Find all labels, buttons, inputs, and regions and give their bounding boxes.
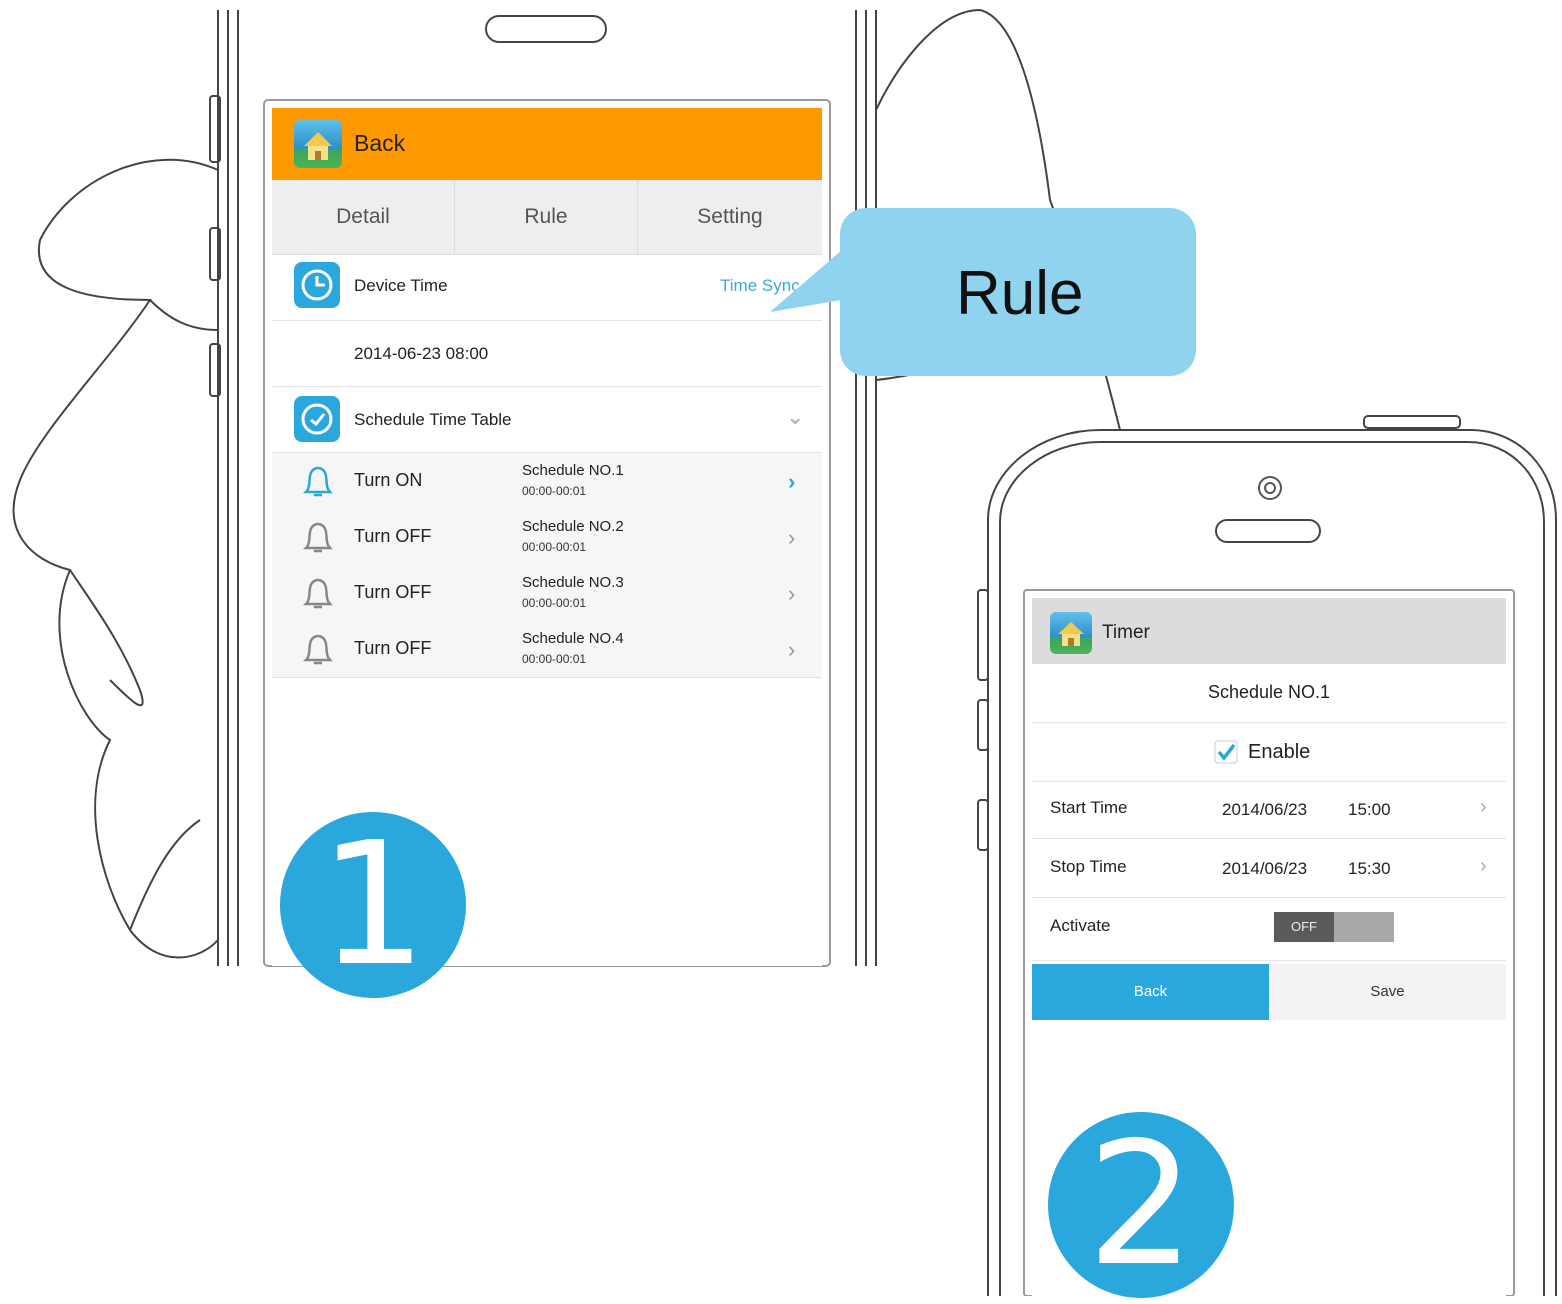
device-time-value: 2014-06-23 08:00 (354, 344, 489, 363)
chevron-right-icon[interactable]: › (788, 525, 795, 551)
bell-icon (302, 578, 334, 609)
schedule-state: Turn OFF (354, 526, 432, 546)
chevron-right-icon[interactable]: › (1480, 855, 1487, 878)
device-time-label: Device Time (354, 276, 448, 295)
start-time-label: Start Time (1050, 798, 1128, 817)
schedule-row[interactable]: Turn OFF Schedule NO.4 00:00-00:01 › (272, 621, 822, 678)
schedule-row[interactable]: Turn OFF Schedule NO.3 00:00-00:01 › (272, 565, 822, 622)
app-icon[interactable] (1050, 612, 1092, 654)
app-icon[interactable] (294, 120, 342, 168)
divider (272, 320, 822, 321)
tab-setting[interactable]: Setting (638, 180, 822, 254)
checkbox-icon[interactable] (1214, 740, 1238, 764)
enable-row: Enable (1032, 723, 1506, 782)
camera-icon (1258, 476, 1282, 500)
bell-icon (302, 466, 334, 497)
bell-icon (302, 634, 334, 665)
schedule-range: 00:00-00:01 (522, 540, 587, 554)
stop-time: 15:30 (1348, 859, 1391, 878)
back-button[interactable]: Back (1032, 964, 1269, 1020)
schedule-range: 00:00-00:01 (522, 596, 587, 610)
callout-label: Rule (956, 259, 1084, 328)
save-button[interactable]: Save (1269, 964, 1506, 1020)
timer-title: Timer (1102, 622, 1150, 643)
back-button[interactable]: Back (354, 130, 405, 157)
stop-time-label: Stop Time (1050, 857, 1127, 876)
tab-detail[interactable]: Detail (272, 180, 454, 254)
tab-bar: Detail Rule Setting (272, 180, 822, 255)
activate-label: Activate (1050, 916, 1111, 935)
schedule-state: Turn ON (354, 470, 423, 490)
start-time: 15:00 (1348, 800, 1391, 819)
step-badge-1: 1 (280, 812, 466, 998)
schedule-name: Schedule NO.1 (1207, 682, 1331, 702)
stop-time-row[interactable]: Stop Time 2014/06/23 15:30 › (1032, 839, 1506, 898)
schedule-name: Schedule NO.2 (522, 518, 624, 535)
schedule-range: 00:00-00:01 (522, 484, 587, 498)
schedule-row[interactable]: Turn ON Schedule NO.1 00:00-00:01 › (272, 453, 822, 510)
schedule-table-label: Schedule Time Table (354, 410, 512, 429)
schedule-clock-icon (294, 396, 340, 442)
clock-icon (294, 262, 340, 308)
schedule-state: Turn OFF (354, 638, 432, 658)
stop-date: 2014/06/23 (1222, 859, 1308, 878)
schedule-row[interactable]: Turn OFF Schedule NO.2 00:00-00:01 › (272, 509, 822, 566)
schedule-name-row: Schedule NO.1 (1032, 664, 1506, 723)
phone2-header: Timer (1032, 598, 1506, 664)
chevron-right-icon[interactable]: › (788, 637, 795, 663)
bell-icon (302, 522, 334, 553)
phone1-header: Back (272, 108, 822, 180)
tab-rule[interactable]: Rule (455, 180, 637, 254)
toggle-state: OFF (1274, 912, 1334, 942)
schedule-name: Schedule NO.4 (522, 630, 624, 647)
chevron-right-icon[interactable]: › (788, 469, 795, 495)
schedule-state: Turn OFF (354, 582, 432, 602)
schedule-name: Schedule NO.3 (522, 574, 624, 591)
start-time-row[interactable]: Start Time 2014/06/23 15:00 › (1032, 782, 1506, 839)
step-badge-2: 2 (1048, 1112, 1234, 1298)
divider (272, 386, 822, 387)
start-date: 2014/06/23 (1222, 800, 1308, 819)
chevron-right-icon[interactable]: › (788, 581, 795, 607)
chevron-right-icon[interactable]: › (1480, 796, 1487, 819)
enable-label[interactable]: Enable (1248, 741, 1310, 764)
chevron-down-icon[interactable]: ⌄ (786, 404, 804, 430)
activate-toggle[interactable]: OFF (1274, 912, 1394, 942)
schedule-range: 00:00-00:01 (522, 652, 587, 666)
activate-row: Activate OFF (1032, 898, 1506, 961)
callout-pointer (770, 250, 842, 312)
schedule-name: Schedule NO.1 (522, 462, 624, 479)
